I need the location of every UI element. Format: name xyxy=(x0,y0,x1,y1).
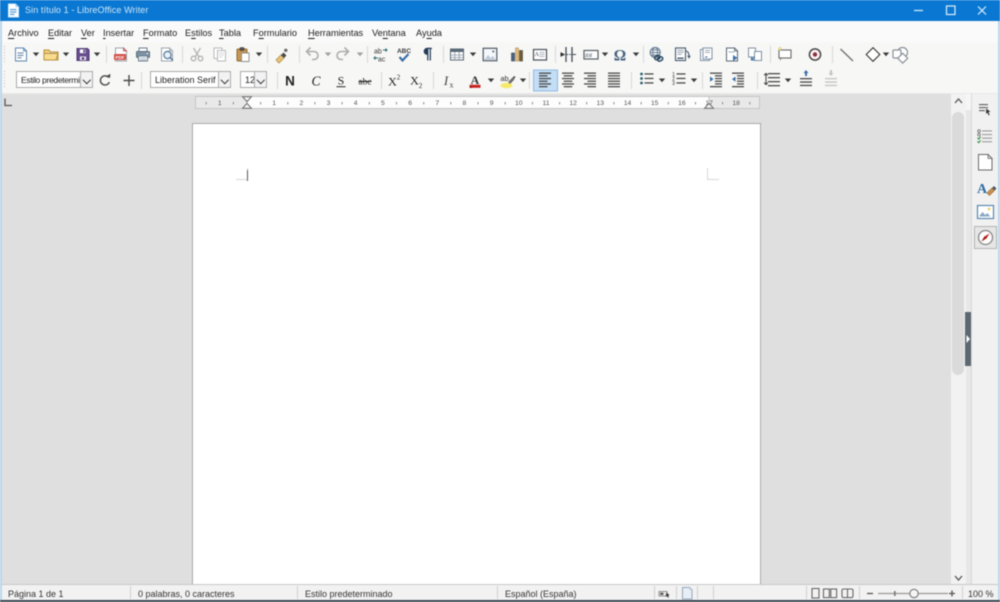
svg-text:6: 6 xyxy=(408,100,412,107)
svg-text:3: 3 xyxy=(327,100,331,107)
svg-text:I: I xyxy=(443,73,449,88)
svg-text:abc: abc xyxy=(358,78,371,88)
svg-text:Ω: Ω xyxy=(614,47,626,64)
svg-text:18: 18 xyxy=(732,100,740,107)
svg-text:11: 11 xyxy=(542,100,549,107)
svg-text:##: ## xyxy=(585,52,593,59)
svg-text:2: 2 xyxy=(419,82,423,90)
svg-text:1: 1 xyxy=(272,100,276,107)
svg-text:7: 7 xyxy=(435,100,439,107)
svg-text:5: 5 xyxy=(381,100,385,107)
svg-text:ab: ab xyxy=(500,74,508,83)
svg-text:4: 4 xyxy=(354,100,358,107)
svg-text:16: 16 xyxy=(678,100,686,107)
svg-text:ac: ac xyxy=(378,57,386,64)
svg-text:A: A xyxy=(535,52,540,58)
svg-text:C: C xyxy=(311,74,321,89)
svg-text:A: A xyxy=(977,182,988,197)
svg-text:8: 8 xyxy=(463,100,467,107)
svg-text:3: 3 xyxy=(672,81,675,87)
svg-text:15: 15 xyxy=(651,100,659,107)
svg-text:14: 14 xyxy=(624,100,632,107)
svg-text:2: 2 xyxy=(300,100,304,107)
svg-text:2: 2 xyxy=(397,74,401,82)
svg-text:S: S xyxy=(338,74,345,88)
svg-text:ABC: ABC xyxy=(397,48,411,55)
svg-text:x: x xyxy=(450,81,454,90)
svg-text:10: 10 xyxy=(515,100,523,107)
svg-text:1: 1 xyxy=(218,100,222,107)
svg-text:PDF: PDF xyxy=(115,55,124,60)
svg-text:12: 12 xyxy=(569,100,577,107)
svg-text:13: 13 xyxy=(597,100,605,107)
svg-text:N: N xyxy=(285,74,295,89)
svg-text:9: 9 xyxy=(490,100,494,107)
svg-text:ab: ab xyxy=(374,49,382,56)
